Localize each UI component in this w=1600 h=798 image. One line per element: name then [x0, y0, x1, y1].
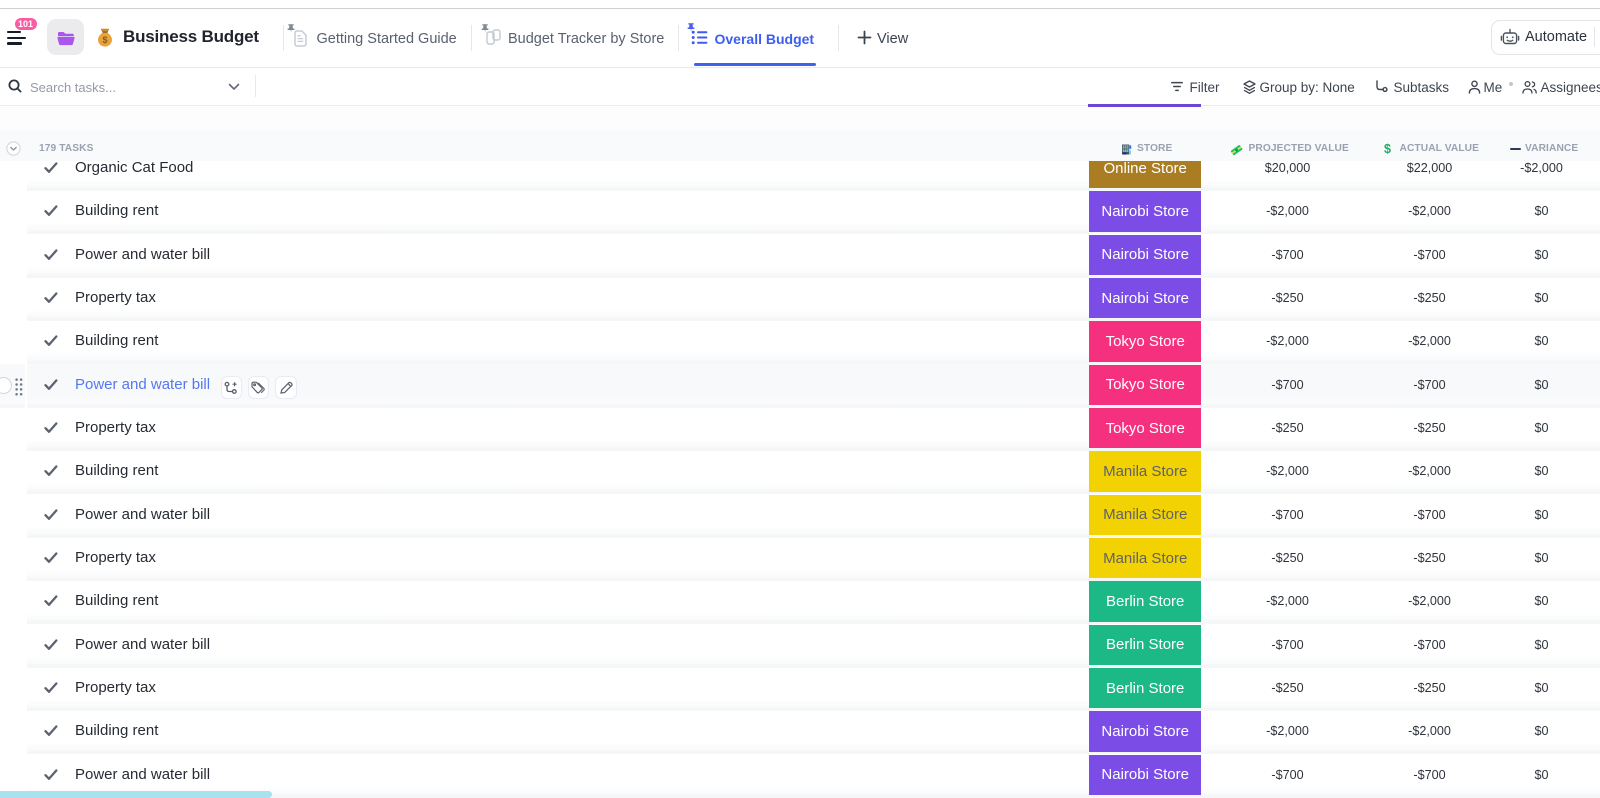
svg-text:$: $	[102, 35, 107, 45]
